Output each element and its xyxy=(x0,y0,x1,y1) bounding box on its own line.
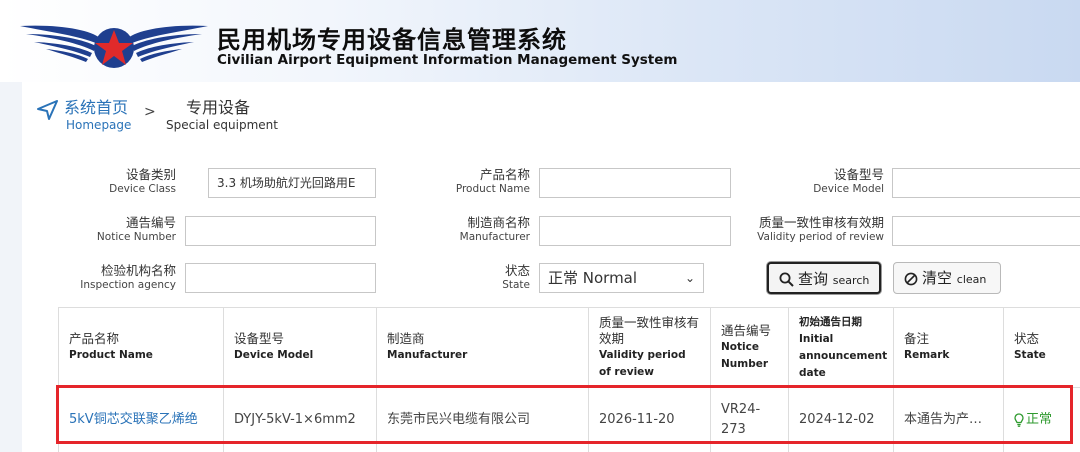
cell-state: 正常 xyxy=(1004,388,1080,452)
device-class-label: 设备类别 Device Class xyxy=(82,168,176,196)
cell-product-name: 5kV铜芯交联聚乙烯绝 xyxy=(59,388,224,452)
chevron-down-icon: ⌄ xyxy=(684,271,695,285)
header-manufacturer: 制造商 Manufacturer xyxy=(377,308,589,388)
state-value: 正常 xyxy=(1026,412,1053,427)
breadcrumb-home-cn: 系统首页 xyxy=(64,98,129,117)
validity-label: 质量一致性审核有效期 Validity period of review xyxy=(734,216,884,244)
state-label-en: State xyxy=(502,279,530,291)
caac-logo xyxy=(20,25,208,68)
header-validity: 质量一致性审核有效期 Validity period of review xyxy=(589,308,711,388)
cell-initial-date: 2024-12-02 xyxy=(789,388,894,452)
cell-device-model: DYJY-5kV-1×6mm2 xyxy=(224,388,377,452)
product-link[interactable]: 5kV铜芯交联聚乙烯绝 xyxy=(69,410,198,430)
search-icon xyxy=(779,272,794,287)
header-notice-number: 通告编号 Notice Number xyxy=(711,308,789,388)
app-subtitle: Civilian Airport Equipment Information M… xyxy=(217,52,678,68)
manufacturer-label-en: Manufacturer xyxy=(459,231,530,243)
device-model-label: 设备型号 Device Model xyxy=(784,168,884,196)
app-header: 民用机场专用设备信息管理系统 Civilian Airport Equipmen… xyxy=(0,0,1080,82)
notice-number-label-en: Notice Number xyxy=(96,231,176,243)
header-cn: 通告编号 xyxy=(721,322,772,338)
breadcrumb-home-en: Homepage xyxy=(66,118,132,132)
product-name-label-cn: 产品名称 xyxy=(479,167,530,182)
inspection-agency-label: 检验机构名称 Inspection agency xyxy=(72,264,176,292)
lightbulb-icon xyxy=(1014,413,1024,427)
results-table: 产品名称 Product Name 设备型号 Device Model 制造商 … xyxy=(58,307,1080,452)
main-panel: 系统首页 Homepage > 专用设备 Special equipment 设… xyxy=(22,82,1080,452)
state-label-cn: 状态 xyxy=(504,263,530,278)
device-model-label-cn: 设备型号 xyxy=(833,167,884,182)
header-cn: 质量一致性审核有效期 xyxy=(599,314,700,346)
notice-number-label: 通告编号 Notice Number xyxy=(82,216,176,244)
manufacturer-input[interactable] xyxy=(539,216,731,246)
cell-remark: 本通告为产… xyxy=(894,388,1004,452)
breadcrumb-separator: > xyxy=(144,104,156,120)
notice-number-label-cn: 通告编号 xyxy=(125,215,176,230)
state-select[interactable]: 正常 Normal ⌄ xyxy=(539,263,704,293)
validity-label-cn: 质量一致性审核有效期 xyxy=(758,215,884,230)
app-title: 民用机场专用设备信息管理系统 xyxy=(217,26,567,54)
validity-input[interactable] xyxy=(892,216,1080,246)
header-en: 初始通告日期 Initial announcement date xyxy=(799,315,888,379)
header-device-model: 设备型号 Device Model xyxy=(224,308,377,388)
clear-icon xyxy=(904,272,918,285)
breadcrumb: 系统首页 Homepage > 专用设备 Special equipment xyxy=(22,82,1080,132)
product-name-label-en: Product Name xyxy=(455,183,530,195)
inspection-agency-label-cn: 检验机构名称 xyxy=(100,263,176,278)
device-class-label-en: Device Class xyxy=(109,183,176,195)
notice-number-input[interactable] xyxy=(185,216,376,246)
clean-button-cn: 清空 xyxy=(922,269,953,287)
device-class-label-cn: 设备类别 xyxy=(125,167,176,182)
clean-button[interactable]: 清空 clean xyxy=(893,262,1001,294)
inspection-agency-label-en: Inspection agency xyxy=(80,279,176,291)
navigation-arrow-icon xyxy=(37,100,58,120)
product-name-label: 产品名称 Product Name xyxy=(432,168,530,196)
header-cn: 产品名称 xyxy=(69,331,120,346)
header-en: Device Model xyxy=(234,349,314,361)
search-button-en: search xyxy=(832,274,870,287)
breadcrumb-current: 专用设备 Special equipment xyxy=(166,94,278,132)
breadcrumb-home-link[interactable]: 系统首页 Homepage xyxy=(64,94,131,132)
cell-validity: 2026-11-20 xyxy=(589,388,711,452)
header-en: Remark xyxy=(904,349,950,361)
search-button-cn: 查询 xyxy=(798,270,829,288)
device-model-input[interactable] xyxy=(892,168,1080,198)
inspection-agency-input[interactable] xyxy=(185,263,376,293)
header-cn: 制造商 xyxy=(387,331,425,346)
manufacturer-label: 制造商名称 Manufacturer xyxy=(432,216,530,244)
header-en: State xyxy=(1014,349,1046,361)
header-cn: 设备型号 xyxy=(234,331,285,346)
cell-notice-number: VR24-273 xyxy=(711,388,789,452)
header-en: Manufacturer xyxy=(387,349,468,361)
device-class-field[interactable]: 3.3 机场助航灯光回路用E xyxy=(208,168,376,198)
state-label: 状态 State xyxy=(462,264,530,292)
header-product-name: 产品名称 Product Name xyxy=(59,308,224,388)
header-en: Notice Number xyxy=(721,340,769,370)
header-en: Validity period of review xyxy=(599,348,686,378)
state-select-value: 正常 Normal xyxy=(548,269,638,287)
search-button[interactable]: 查询 search xyxy=(767,262,881,294)
breadcrumb-current-en: Special equipment xyxy=(166,118,278,132)
header-cn: 状态 xyxy=(1014,331,1040,346)
header-state: 状态 State xyxy=(1004,308,1080,388)
manufacturer-label-cn: 制造商名称 xyxy=(467,215,530,230)
header-remark: 备注 Remark xyxy=(894,308,1004,388)
validity-label-en: Validity period of review xyxy=(757,231,884,243)
product-name-input[interactable] xyxy=(539,168,731,198)
cell-manufacturer: 东莞市民兴电缆有限公司 xyxy=(377,388,589,452)
device-model-label-en: Device Model xyxy=(813,183,884,195)
clean-button-en: clean xyxy=(956,273,987,286)
breadcrumb-current-cn: 专用设备 xyxy=(186,98,251,117)
header-cn: 备注 xyxy=(904,331,930,346)
header-en: Product Name xyxy=(69,349,153,361)
header-initial-date: 初始通告日期 Initial announcement date xyxy=(789,308,894,388)
